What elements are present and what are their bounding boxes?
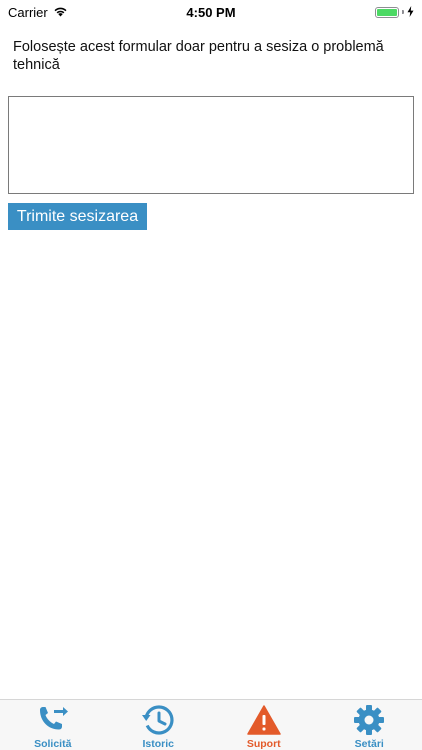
tab-solicita[interactable]: Solicită	[0, 700, 106, 750]
warning-triangle-icon	[247, 705, 281, 735]
tab-setari[interactable]: Setări	[317, 700, 422, 750]
lightning-icon	[407, 5, 414, 20]
history-clock-icon	[142, 705, 174, 735]
screen: Carrier 4:50 PM Folosește acest formular…	[0, 0, 422, 750]
battery-tip	[402, 10, 404, 14]
wifi-icon	[53, 5, 68, 20]
status-right	[375, 5, 414, 20]
carrier-label: Carrier	[8, 4, 48, 20]
tab-label: Solicită	[34, 738, 72, 750]
tab-istoric[interactable]: Istoric	[106, 700, 212, 750]
tab-label: Setări	[354, 738, 384, 750]
tab-label: Istoric	[142, 738, 174, 750]
status-left: Carrier	[8, 5, 68, 20]
gear-icon	[354, 705, 385, 735]
report-textarea[interactable]	[8, 96, 414, 194]
status-bar: Carrier 4:50 PM	[0, 0, 422, 24]
tab-bar: Solicită Istoric Suport Setări	[0, 699, 422, 750]
tab-label: Suport	[246, 738, 281, 750]
phone-transfer-icon	[39, 707, 68, 730]
battery-icon	[375, 6, 399, 18]
tab-suport[interactable]: Suport	[211, 700, 317, 750]
form-instructions: Folosește acest formular doar pentru a s…	[13, 39, 384, 73]
battery-level	[377, 8, 397, 16]
submit-report-button[interactable]: Trimite sesizarea	[8, 203, 147, 230]
